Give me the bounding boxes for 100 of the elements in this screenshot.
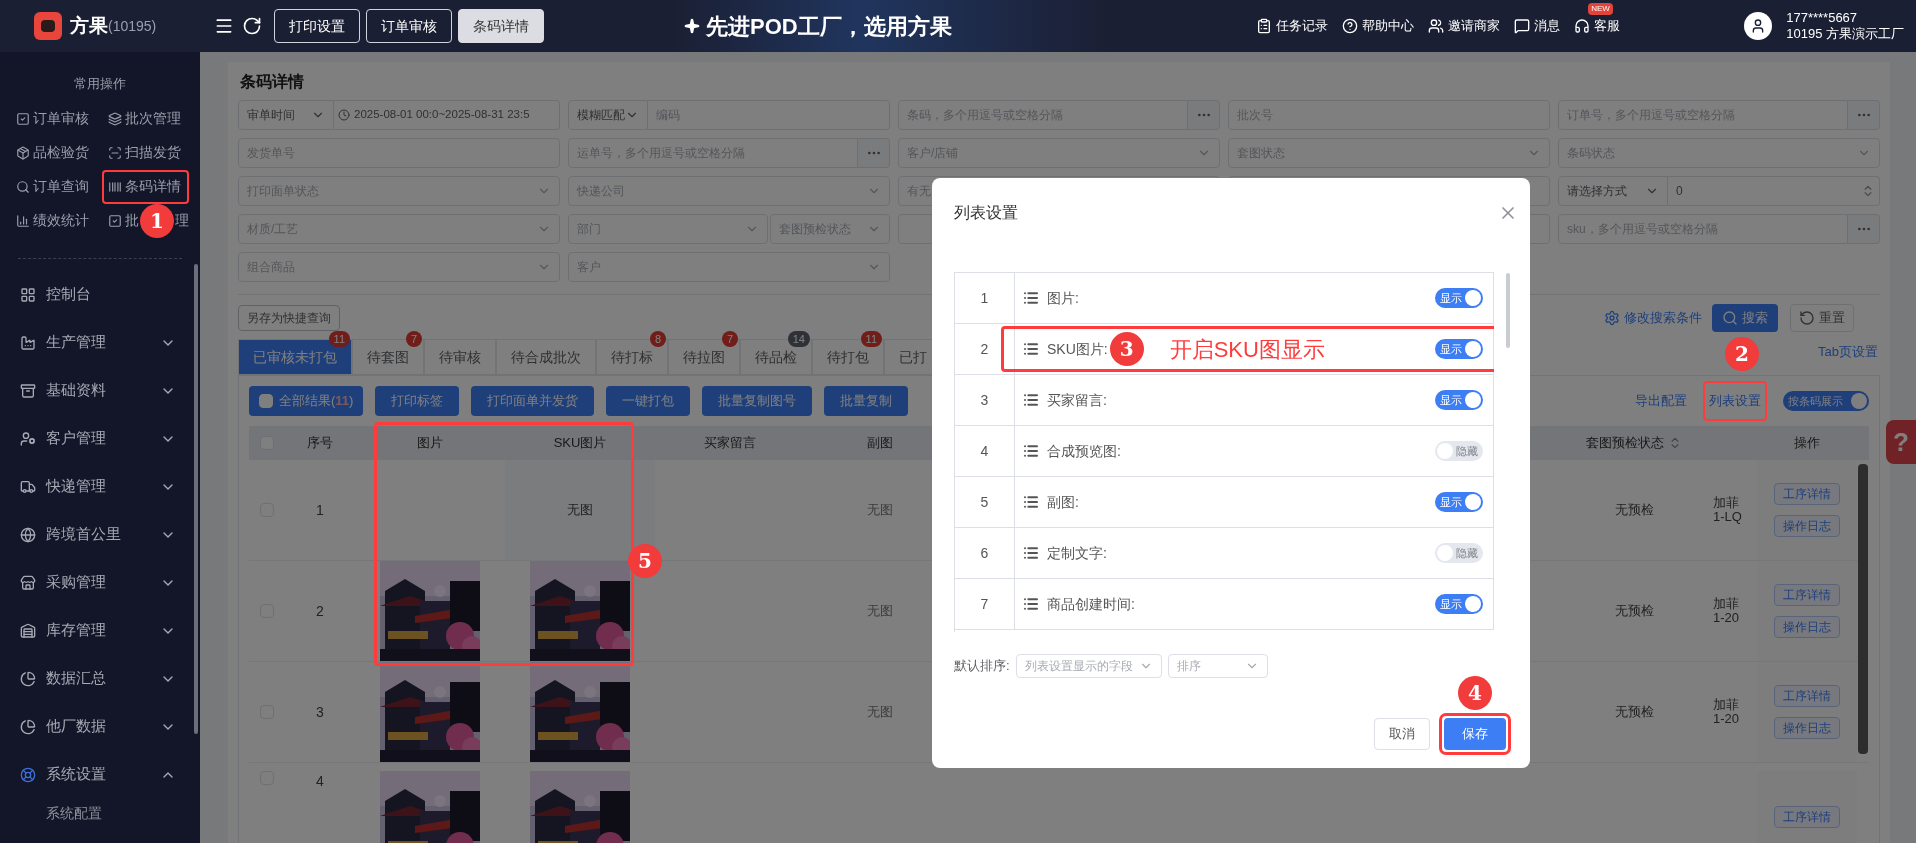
drag-handle-icon[interactable] (1023, 596, 1039, 612)
nav-item[interactable]: 生产管理 (0, 318, 200, 367)
action-button[interactable]: 打印标签 (375, 386, 460, 416)
drag-handle-icon[interactable] (1023, 443, 1039, 459)
toggle-switch[interactable]: 显示 (1435, 339, 1483, 359)
action-button[interactable]: 批量复制图号 (702, 386, 813, 416)
quick-link[interactable]: 扫描发货 (108, 141, 181, 164)
row-action-button[interactable]: 工序详情 (1774, 685, 1840, 707)
step-number-badge: 2 (1725, 337, 1759, 372)
export-config-link[interactable]: 导出配置 (1635, 391, 1687, 411)
header-link[interactable]: 邀请商家 (1428, 16, 1501, 36)
nav-tab[interactable]: 条码详情 (458, 9, 544, 43)
nav-item[interactable]: 数据汇总 (0, 654, 200, 703)
nav-item[interactable]: 他厂数据 (0, 702, 200, 751)
toggle-switch[interactable]: 显示 (1435, 492, 1483, 512)
select-field[interactable]: 模糊匹配 (568, 100, 648, 130)
drag-handle-icon[interactable] (1023, 545, 1039, 561)
toggle-switch[interactable]: 显示 (1435, 594, 1483, 614)
table-cell-text: 无图 (567, 501, 593, 520)
drag-handle-icon[interactable] (1023, 392, 1039, 408)
quick-link[interactable]: 理 (175, 210, 189, 231)
header-link[interactable]: 任务记录 (1256, 16, 1329, 36)
nav-tab[interactable]: 打印设置 (274, 9, 360, 43)
tab-settings-link[interactable]: Tab页设置 (1818, 341, 1878, 361)
nav-item[interactable]: 采购管理 (0, 558, 200, 607)
quick-link[interactable]: 订单审核 (16, 107, 89, 130)
nav-item[interactable]: 跨境首公里 (0, 510, 200, 559)
drag-handle-icon[interactable] (1023, 341, 1039, 357)
save-query-button[interactable]: 另存为快捷查询 (238, 305, 340, 331)
nav-item[interactable]: 客户管理 (0, 414, 200, 463)
help-tab[interactable]: ? (1886, 420, 1916, 464)
menu-icon[interactable] (214, 16, 234, 36)
quick-link[interactable]: 批次管理 (108, 107, 181, 130)
select-field[interactable]: 审单时间 (238, 100, 334, 130)
nav-item[interactable]: 控制台 (0, 270, 200, 319)
header-link[interactable]: 帮助中心 (1342, 16, 1415, 36)
toggle-switch[interactable]: 按条码展示 (1783, 391, 1869, 411)
row-number: 5 (955, 477, 1015, 527)
nav-icon (20, 670, 36, 687)
nav-icon (20, 478, 36, 495)
table-cell-text: 无预检 (1613, 703, 1655, 722)
cancel-button[interactable]: 取消 (1374, 718, 1430, 750)
nav-icon (20, 382, 36, 399)
status-tab[interactable]: 待审核 (424, 339, 496, 375)
user-avatar[interactable] (1744, 12, 1773, 40)
count-badge: 11 (860, 331, 882, 347)
toggle-switch[interactable]: 隐藏 (1435, 543, 1483, 563)
user-org: 10195 方果演示工厂 (1786, 26, 1904, 42)
sort-label: 默认排序: (954, 657, 1010, 676)
row-number: 3 (315, 702, 325, 722)
drag-handle-icon[interactable] (1023, 494, 1039, 510)
select-field[interactable]: 请选择方式 (1558, 176, 1668, 206)
action-button[interactable]: 打印面单并发货 (471, 386, 595, 416)
row-action-button[interactable]: 操作日志 (1774, 717, 1840, 739)
settings-icon (1604, 310, 1620, 326)
quick-link[interactable]: 绩效统计 (16, 209, 89, 232)
table-cell-text: 加菲 (1713, 597, 1740, 611)
toggle-switch[interactable]: 显示 (1435, 288, 1483, 308)
refresh-icon[interactable] (242, 16, 262, 36)
nav-item[interactable]: 快递管理 (0, 462, 200, 511)
nav-item[interactable]: 系统设置 (0, 750, 200, 799)
link-icon (1514, 18, 1531, 34)
column-header: 序号 (306, 434, 334, 453)
quick-link[interactable]: 品检验货 (16, 141, 89, 164)
status-tab[interactable]: 待合成批次 (496, 339, 596, 375)
select-field[interactable]: 列表设置显示的字段 (1015, 654, 1162, 678)
quick-link[interactable]: 订单查询 (16, 175, 89, 198)
drag-handle-icon[interactable] (1023, 290, 1039, 306)
row-number: 7 (955, 579, 1015, 629)
nav-tab[interactable]: 订单审核 (366, 9, 452, 43)
quick-link[interactable]: 条码详情 (108, 175, 181, 198)
column-header: 套图预检状态 (1586, 434, 1664, 453)
list-settings-link[interactable]: 列表设置 (1703, 381, 1767, 421)
header-link[interactable]: 消息 (1514, 16, 1561, 36)
column-label: 图片: (1047, 288, 1079, 308)
number-field[interactable]: 0 (1668, 176, 1880, 206)
row-action-button[interactable]: 操作日志 (1774, 515, 1840, 537)
toggle-switch[interactable]: 隐藏 (1435, 441, 1483, 461)
row-action-button[interactable]: 工序详情 (1774, 483, 1840, 505)
search-button[interactable]: 搜索 (1712, 304, 1778, 332)
row-action-button[interactable]: 工序详情 (1774, 584, 1840, 606)
save-button[interactable]: 保存 (1444, 718, 1506, 750)
select-all-button[interactable]: 全部结果(11) (249, 386, 364, 416)
nav-subitem[interactable]: 系统配置 (0, 798, 200, 829)
user-phone: 177****5667 (1786, 10, 1859, 26)
step-number-badge: 4 (1458, 676, 1492, 710)
nav-item[interactable]: 库存管理 (0, 606, 200, 655)
header-link[interactable]: 客服 (1574, 16, 1621, 36)
row-action-button[interactable]: 工序详情 (1774, 806, 1840, 828)
reset-button[interactable]: 重置 (1790, 304, 1854, 332)
toggle-switch[interactable]: 显示 (1435, 390, 1483, 410)
select-field[interactable]: 排序 (1167, 654, 1268, 678)
table-cell-text: 1-20 (1713, 611, 1741, 625)
nav-item[interactable]: 基础资料 (0, 366, 200, 415)
row-action-button[interactable]: 操作日志 (1774, 616, 1840, 638)
date-range-field[interactable]: 2025-08-01 00:0~2025-08-31 23:5 (334, 100, 560, 130)
action-button[interactable]: 批量复制 (824, 386, 909, 416)
quick-link[interactable]: 批 (108, 209, 139, 232)
edit-conditions-link[interactable]: 修改搜索条件 (1604, 308, 1702, 328)
quick-link-icon (16, 179, 30, 194)
